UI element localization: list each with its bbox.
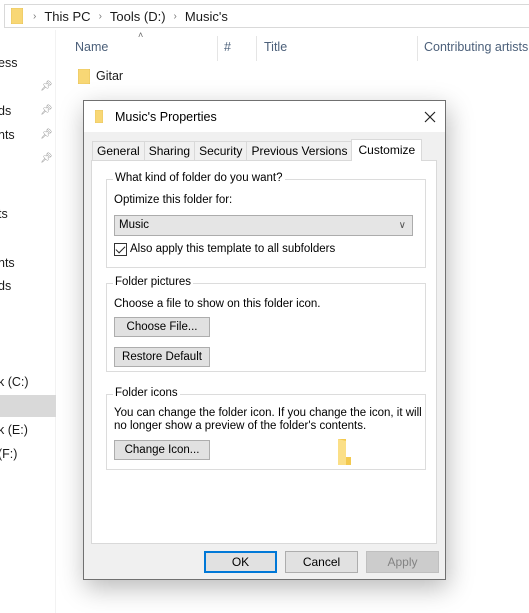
tab-bar: General Sharing Security Previous Versio… (92, 139, 423, 161)
column-header-title[interactable]: Title (264, 40, 287, 58)
tab-security[interactable]: Security (194, 141, 248, 161)
folder-icon (78, 68, 90, 84)
folder-type-group: What kind of folder do you want? Optimiz… (106, 172, 426, 268)
group-legend: Folder pictures (113, 276, 194, 288)
group-legend: Folder icons (113, 387, 180, 399)
chevron-down-icon: ∨ (398, 220, 406, 231)
folder-preview-icon (338, 439, 351, 465)
nav-item-disk-f[interactable]: (F:) (0, 443, 56, 465)
apply-subfolders-checkbox[interactable] (114, 243, 127, 256)
optimize-label: Optimize this folder for: (114, 194, 233, 206)
column-header-contributing-artists[interactable]: Contributing artists (424, 40, 528, 58)
dialog-title-bar[interactable]: Music's Properties (84, 101, 445, 132)
choose-file-button[interactable]: Choose File... (114, 317, 210, 337)
folder-icons-group: Folder icons You can change the folder i… (106, 387, 426, 470)
close-button[interactable] (415, 101, 445, 132)
apply-button[interactable]: Apply (366, 551, 439, 573)
customize-panel: What kind of folder do you want? Optimiz… (91, 160, 437, 544)
nav-item-tools-d[interactable] (0, 395, 56, 417)
folder-pictures-description: Choose a file to show on this folder ico… (114, 298, 321, 310)
restore-default-button[interactable]: Restore Default (114, 347, 210, 367)
column-divider[interactable] (217, 36, 218, 61)
nav-item-documents-2[interactable]: nts (0, 252, 56, 274)
tab-previous-versions[interactable]: Previous Versions (246, 141, 353, 161)
breadcrumb-musics[interactable]: Music's (185, 9, 228, 24)
pin-icon[interactable]: 📌︎ (40, 129, 53, 141)
pin-icon[interactable]: 📌︎ (40, 105, 53, 117)
dialog-title: Music's Properties (115, 109, 217, 124)
folder-icon (95, 110, 103, 123)
nav-item-local-disk-c[interactable]: k (C:) (0, 371, 56, 393)
column-header-name[interactable]: Name (75, 40, 108, 58)
breadcrumb-this-pc[interactable]: This PC (44, 9, 90, 24)
nav-item-documents[interactable]: nts 📌︎ (0, 124, 56, 146)
pin-icon[interactable]: 📌︎ (40, 153, 53, 165)
tab-sharing[interactable]: Sharing (143, 141, 196, 161)
ok-button[interactable]: OK (204, 551, 277, 573)
nav-item-quick-access[interactable]: ess (0, 52, 56, 74)
apply-subfolders-checkbox-row[interactable]: Also apply this template to all subfolde… (114, 243, 335, 256)
column-divider[interactable] (417, 36, 418, 61)
cancel-button[interactable]: Cancel (285, 551, 358, 573)
file-name: Gitar (96, 69, 124, 83)
nav-item-downloads-2[interactable]: ds (0, 275, 56, 297)
nav-item-pinned-4[interactable]: 📌︎ (0, 148, 56, 170)
navigation-pane: ess 📌︎ ds📌︎ nts📌︎ 📌︎ ts nts ds k (C:) k … (0, 30, 56, 613)
nav-item-objects[interactable]: ts (0, 203, 56, 225)
folder-icon (11, 8, 23, 24)
optimize-for-select[interactable]: Music ∨ (114, 215, 413, 236)
group-legend: What kind of folder do you want? (113, 172, 285, 184)
chevron-right-icon: › (33, 10, 37, 22)
apply-subfolders-label: Also apply this template to all subfolde… (130, 243, 336, 255)
folder-icons-description-line1: You can change the folder icon. If you c… (114, 407, 422, 419)
chevron-right-icon[interactable]: › (174, 11, 177, 22)
sort-ascending-icon: ˄ (138, 30, 144, 40)
column-header-number[interactable]: # (224, 40, 231, 58)
chevron-right-icon[interactable]: › (99, 11, 102, 22)
tab-general[interactable]: General (92, 141, 145, 161)
column-divider[interactable] (256, 36, 257, 61)
folder-icons-description-line2: no longer show a preview of the folder's… (114, 420, 367, 432)
properties-dialog: Music's Properties General Sharing Secur… (83, 100, 446, 580)
close-icon (424, 111, 436, 122)
pin-icon[interactable]: 📌︎ (40, 81, 53, 93)
file-row-gitar[interactable]: Gitar (78, 66, 123, 86)
breadcrumb-tools-d[interactable]: Tools (D:) (110, 9, 166, 24)
nav-item-downloads[interactable]: ds 📌︎ (0, 100, 56, 122)
address-bar[interactable]: › This PC › Tools (D:) › Music's (4, 4, 529, 28)
nav-item-pinned-1[interactable]: 📌︎ (0, 76, 56, 98)
selected-option: Music (119, 219, 150, 231)
folder-pictures-group: Folder pictures Choose a file to show on… (106, 276, 426, 372)
tab-customize[interactable]: Customize (351, 139, 423, 161)
nav-item-disk-e[interactable]: k (E:) (0, 419, 56, 441)
change-icon-button[interactable]: Change Icon... (114, 440, 210, 460)
